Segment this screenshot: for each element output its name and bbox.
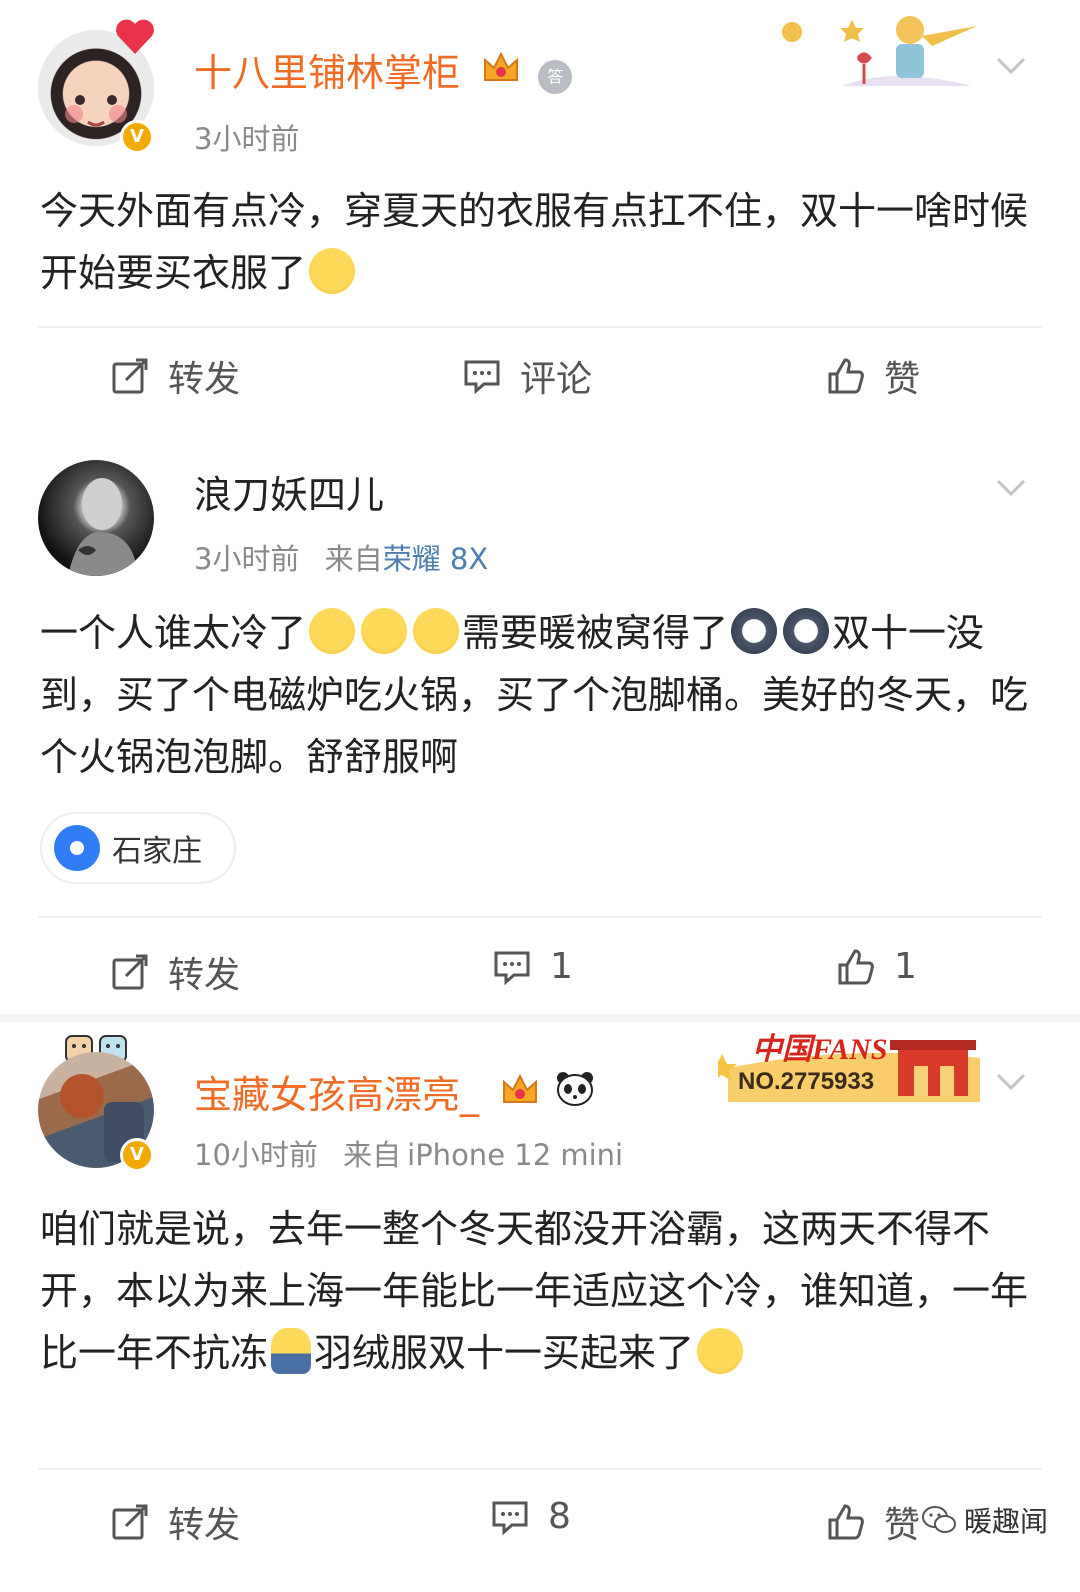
comment-icon <box>492 1501 528 1535</box>
like-icon <box>828 1504 864 1540</box>
location-tag[interactable]: 石家庄 <box>40 812 236 884</box>
username[interactable]: 宝藏女孩高漂亮_ <box>194 1070 595 1118</box>
repost-icon <box>112 954 148 990</box>
chevron-down-icon[interactable] <box>994 1064 1028 1098</box>
from-label: 来自 <box>343 1138 402 1172</box>
location-label: 石家庄 <box>112 834 202 869</box>
post-source[interactable]: 荣耀 8X <box>383 542 489 576</box>
username[interactable]: 浪刀妖四儿 <box>194 472 384 518</box>
post-source[interactable]: iPhone 12 mini <box>407 1138 623 1172</box>
watermark: 暖趣闻 <box>922 1500 1048 1540</box>
repost-button[interactable]: 转发 <box>110 350 240 402</box>
crying-emoji-icon <box>309 248 356 294</box>
heart-ornament-icon <box>116 19 154 54</box>
action-bar: 转发 1 1 <box>0 928 1080 1008</box>
like-button[interactable]: 1 <box>836 946 917 987</box>
wechat-icon <box>922 1506 956 1533</box>
laughing-emoji-icon <box>413 608 460 654</box>
repost-label: 转发 <box>168 359 241 400</box>
comment-button[interactable]: 评论 <box>462 350 592 402</box>
avatar-portrait-graphic <box>68 478 138 576</box>
post-time: 3小时前 <box>194 542 300 576</box>
post-1: V 十八里铺林掌柜 答 3小时前 今天外面有点冷，穿夏天的衣服有点扛不住，双十一… <box>0 0 1080 420</box>
comment-button[interactable]: 8 <box>490 1496 571 1537</box>
post-meta: 10小时前 来自 iPhone 12 mini <box>194 1132 623 1174</box>
laughing-emoji-icon <box>309 608 356 654</box>
like-label: 赞 <box>884 359 921 400</box>
post-time: 10小时前 <box>194 1138 318 1172</box>
comment-button[interactable]: 1 <box>492 946 573 987</box>
divider <box>38 916 1042 918</box>
husky-emoji-icon <box>783 608 830 654</box>
husky-emoji-icon <box>731 608 778 654</box>
fans-title: 中国FANS <box>752 1033 888 1066</box>
post-content: 今天外面有点冷，穿夏天的衣服有点扛不住，双十一啥时候开始要买衣服了 <box>40 189 1029 295</box>
bowing-emoji-icon <box>271 1328 312 1374</box>
action-bar: 转发 评论 赞 <box>0 338 1080 418</box>
like-label: 赞 <box>884 1505 921 1546</box>
fans-card-decoration: 中国FANS NO.2775933 <box>718 1018 988 1108</box>
chevron-down-icon[interactable] <box>994 470 1028 504</box>
comment-count: 1 <box>550 946 573 987</box>
watermark-label: 暖趣闻 <box>964 1505 1049 1538</box>
location-pin-icon <box>54 825 100 871</box>
like-icon <box>838 948 874 984</box>
divider <box>38 326 1042 328</box>
medal-icon: 答 <box>538 60 573 94</box>
laughing-emoji-icon <box>361 608 408 654</box>
chevron-down-icon[interactable] <box>994 48 1028 82</box>
post-content: 一个人谁太冷了 需要暖被窝得了 双十一没到，买了个电磁炉吃火锅，买了个泡脚桶。美好的… <box>40 602 1040 788</box>
crying-emoji-icon <box>697 1328 744 1374</box>
verified-icon: V <box>120 120 154 154</box>
like-count: 1 <box>894 946 917 987</box>
post-content: 咱们就是说，去年一整个冬天都没开浴霸，这两天不得不开，本以为来上海一年能比一年适… <box>40 1207 1029 1375</box>
like-icon <box>828 358 864 394</box>
action-bar: 转发 8 赞 <box>0 1478 1080 1558</box>
fans-number: NO.2775933 <box>738 1068 875 1095</box>
username[interactable]: 十八里铺林掌柜 答 <box>194 50 573 96</box>
like-button[interactable]: 赞 <box>826 350 920 402</box>
comment-count: 8 <box>548 1496 571 1537</box>
avatar[interactable] <box>38 460 154 576</box>
like-button[interactable]: 赞 <box>826 1496 920 1548</box>
repost-icon <box>112 1504 148 1540</box>
divider <box>38 1468 1042 1470</box>
comment-label: 评论 <box>520 359 593 400</box>
panda-icon <box>557 1072 594 1106</box>
repost-icon <box>112 358 148 394</box>
comment-icon <box>494 951 530 985</box>
comment-icon <box>464 360 500 395</box>
repost-button[interactable]: 转发 <box>110 1496 240 1548</box>
post-time: 3小时前 <box>194 122 300 156</box>
repost-label: 转发 <box>168 955 241 996</box>
post-2: 浪刀妖四儿 3小时前 来自荣耀 8X 一个人谁太冷了 需要暖被窝得了 双十一没到，买… <box>0 420 1080 1016</box>
crown-icon <box>484 51 519 81</box>
crown-icon <box>503 1073 538 1103</box>
post-meta: 3小时前 来自荣耀 8X <box>194 536 488 578</box>
verified-icon: V <box>120 1138 154 1172</box>
repost-label: 转发 <box>168 1505 241 1546</box>
little-prince-card-decoration <box>782 16 977 86</box>
from-label: 来自 <box>324 542 383 576</box>
repost-button[interactable]: 转发 <box>110 946 240 998</box>
